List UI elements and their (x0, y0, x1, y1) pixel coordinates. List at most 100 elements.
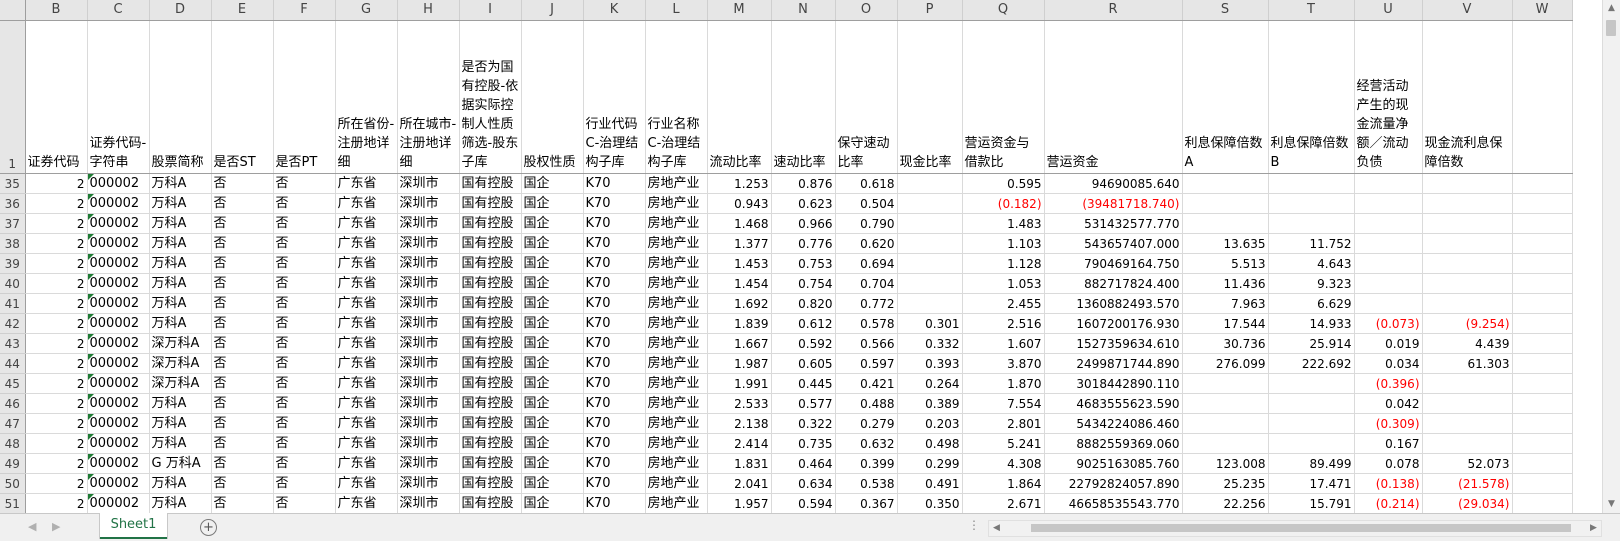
cell[interactable]: 深万科A (149, 373, 212, 394)
cell[interactable]: 否 (273, 293, 336, 314)
cell[interactable]: K70 (583, 193, 646, 214)
cell[interactable] (1512, 433, 1573, 454)
header-cell[interactable]: 营运资金 (1044, 20, 1183, 174)
cell[interactable]: 2 (25, 173, 88, 194)
cell[interactable]: K70 (583, 433, 646, 454)
cell[interactable]: 房地产业 (645, 293, 708, 314)
cell[interactable]: 0.464 (771, 453, 836, 474)
cell[interactable] (1512, 493, 1573, 513)
row-header[interactable]: 44 (0, 353, 26, 374)
cell[interactable]: 1.377 (707, 233, 772, 254)
cell[interactable]: 广东省 (335, 313, 398, 334)
cell[interactable] (1512, 373, 1573, 394)
sheet-tab-sheet1[interactable]: Sheet1 (100, 513, 167, 539)
row-header[interactable]: 49 (0, 453, 26, 474)
cell[interactable]: 0.399 (835, 453, 898, 474)
scroll-down-arrow-icon[interactable]: ▼ (1603, 496, 1620, 513)
cell[interactable]: 11.752 (1268, 233, 1355, 254)
cell[interactable]: 否 (211, 373, 274, 394)
cell[interactable]: 深万科A (149, 353, 212, 374)
cell[interactable]: 房地产业 (645, 453, 708, 474)
cell[interactable] (1182, 413, 1269, 434)
cell[interactable]: 0.393 (897, 353, 963, 374)
cell[interactable]: 否 (211, 453, 274, 474)
header-cell[interactable]: 行业名称C-治理结构子库 (645, 20, 708, 174)
row-header[interactable]: 51 (0, 493, 26, 513)
header-cell[interactable]: 是否PT (273, 20, 336, 174)
cell[interactable] (1268, 373, 1355, 394)
cell[interactable]: 深圳市 (397, 473, 460, 494)
cell[interactable]: 房地产业 (645, 213, 708, 234)
cell[interactable]: 0.595 (962, 173, 1045, 194)
cell[interactable]: 房地产业 (645, 193, 708, 214)
cell[interactable]: 1.991 (707, 373, 772, 394)
cell[interactable]: 国企 (521, 173, 584, 194)
prev-sheet-icon[interactable]: ◀ (28, 520, 36, 533)
cell[interactable]: 2499871744.890 (1044, 353, 1183, 374)
cell[interactable]: 广东省 (335, 393, 398, 414)
cell[interactable]: 深圳市 (397, 493, 460, 513)
cell[interactable]: 2 (25, 393, 88, 414)
cell[interactable] (1422, 273, 1513, 294)
header-cell[interactable]: 利息保障倍数B (1268, 20, 1355, 174)
row-header[interactable]: 38 (0, 233, 26, 254)
scroll-up-arrow-icon[interactable]: ▲ (1603, 0, 1620, 17)
cell[interactable]: 否 (211, 473, 274, 494)
cell[interactable] (1422, 253, 1513, 274)
cell[interactable]: 276.099 (1182, 353, 1269, 374)
cell[interactable]: 房地产业 (645, 393, 708, 414)
cell[interactable] (1182, 173, 1269, 194)
column-header-O[interactable]: O (835, 0, 898, 21)
cell[interactable]: 国企 (521, 393, 584, 414)
cell[interactable] (1354, 213, 1423, 234)
header-cell[interactable]: 现金比率 (897, 20, 963, 174)
cell[interactable]: 2 (25, 273, 88, 294)
cell[interactable] (1422, 393, 1513, 414)
row-header[interactable]: 46 (0, 393, 26, 414)
cell[interactable]: 89.499 (1268, 453, 1355, 474)
cell[interactable]: 0.389 (897, 393, 963, 414)
cell[interactable]: 5434224086.460 (1044, 413, 1183, 434)
cell[interactable]: 46658535543.770 (1044, 493, 1183, 513)
row-header[interactable]: 43 (0, 333, 26, 354)
cell[interactable]: 否 (273, 213, 336, 234)
cell[interactable]: 国有控股 (459, 433, 522, 454)
cell[interactable]: 万科A (149, 173, 212, 194)
column-header-N[interactable]: N (771, 0, 836, 21)
cell[interactable]: 94690085.640 (1044, 173, 1183, 194)
cell[interactable]: 国企 (521, 353, 584, 374)
cell[interactable]: 深圳市 (397, 433, 460, 454)
cell[interactable]: 万科A (149, 413, 212, 434)
cell[interactable]: 广东省 (335, 373, 398, 394)
cell[interactable]: 0.332 (897, 333, 963, 354)
cell[interactable]: 0.605 (771, 353, 836, 374)
cell[interactable]: 0.577 (771, 393, 836, 414)
cell[interactable]: 2 (25, 213, 88, 234)
cell[interactable]: 否 (273, 233, 336, 254)
cell[interactable] (1512, 353, 1573, 374)
cell[interactable]: 17.471 (1268, 473, 1355, 494)
cell[interactable]: 0.538 (835, 473, 898, 494)
cell[interactable]: 深圳市 (397, 413, 460, 434)
cell[interactable]: 国企 (521, 453, 584, 474)
cell[interactable]: (0.073) (1354, 313, 1423, 334)
cell[interactable]: K70 (583, 293, 646, 314)
cell[interactable]: 否 (273, 273, 336, 294)
cell[interactable]: 4.439 (1422, 333, 1513, 354)
cell[interactable]: 123.008 (1182, 453, 1269, 474)
cell[interactable]: 否 (211, 253, 274, 274)
cell[interactable]: 1360882493.570 (1044, 293, 1183, 314)
cell[interactable] (1268, 393, 1355, 414)
cell[interactable]: K70 (583, 173, 646, 194)
cell[interactable]: 国企 (521, 213, 584, 234)
cell[interactable]: 1.831 (707, 453, 772, 474)
cell[interactable]: 万科A (149, 313, 212, 334)
cell[interactable] (897, 233, 963, 254)
cell[interactable] (1512, 413, 1573, 434)
cell[interactable]: 1.453 (707, 253, 772, 274)
cell[interactable]: 深圳市 (397, 353, 460, 374)
cell[interactable]: 万科A (149, 473, 212, 494)
cell[interactable] (1512, 173, 1573, 194)
cell[interactable]: 000002 (87, 233, 150, 254)
cell[interactable]: 5.513 (1182, 253, 1269, 274)
